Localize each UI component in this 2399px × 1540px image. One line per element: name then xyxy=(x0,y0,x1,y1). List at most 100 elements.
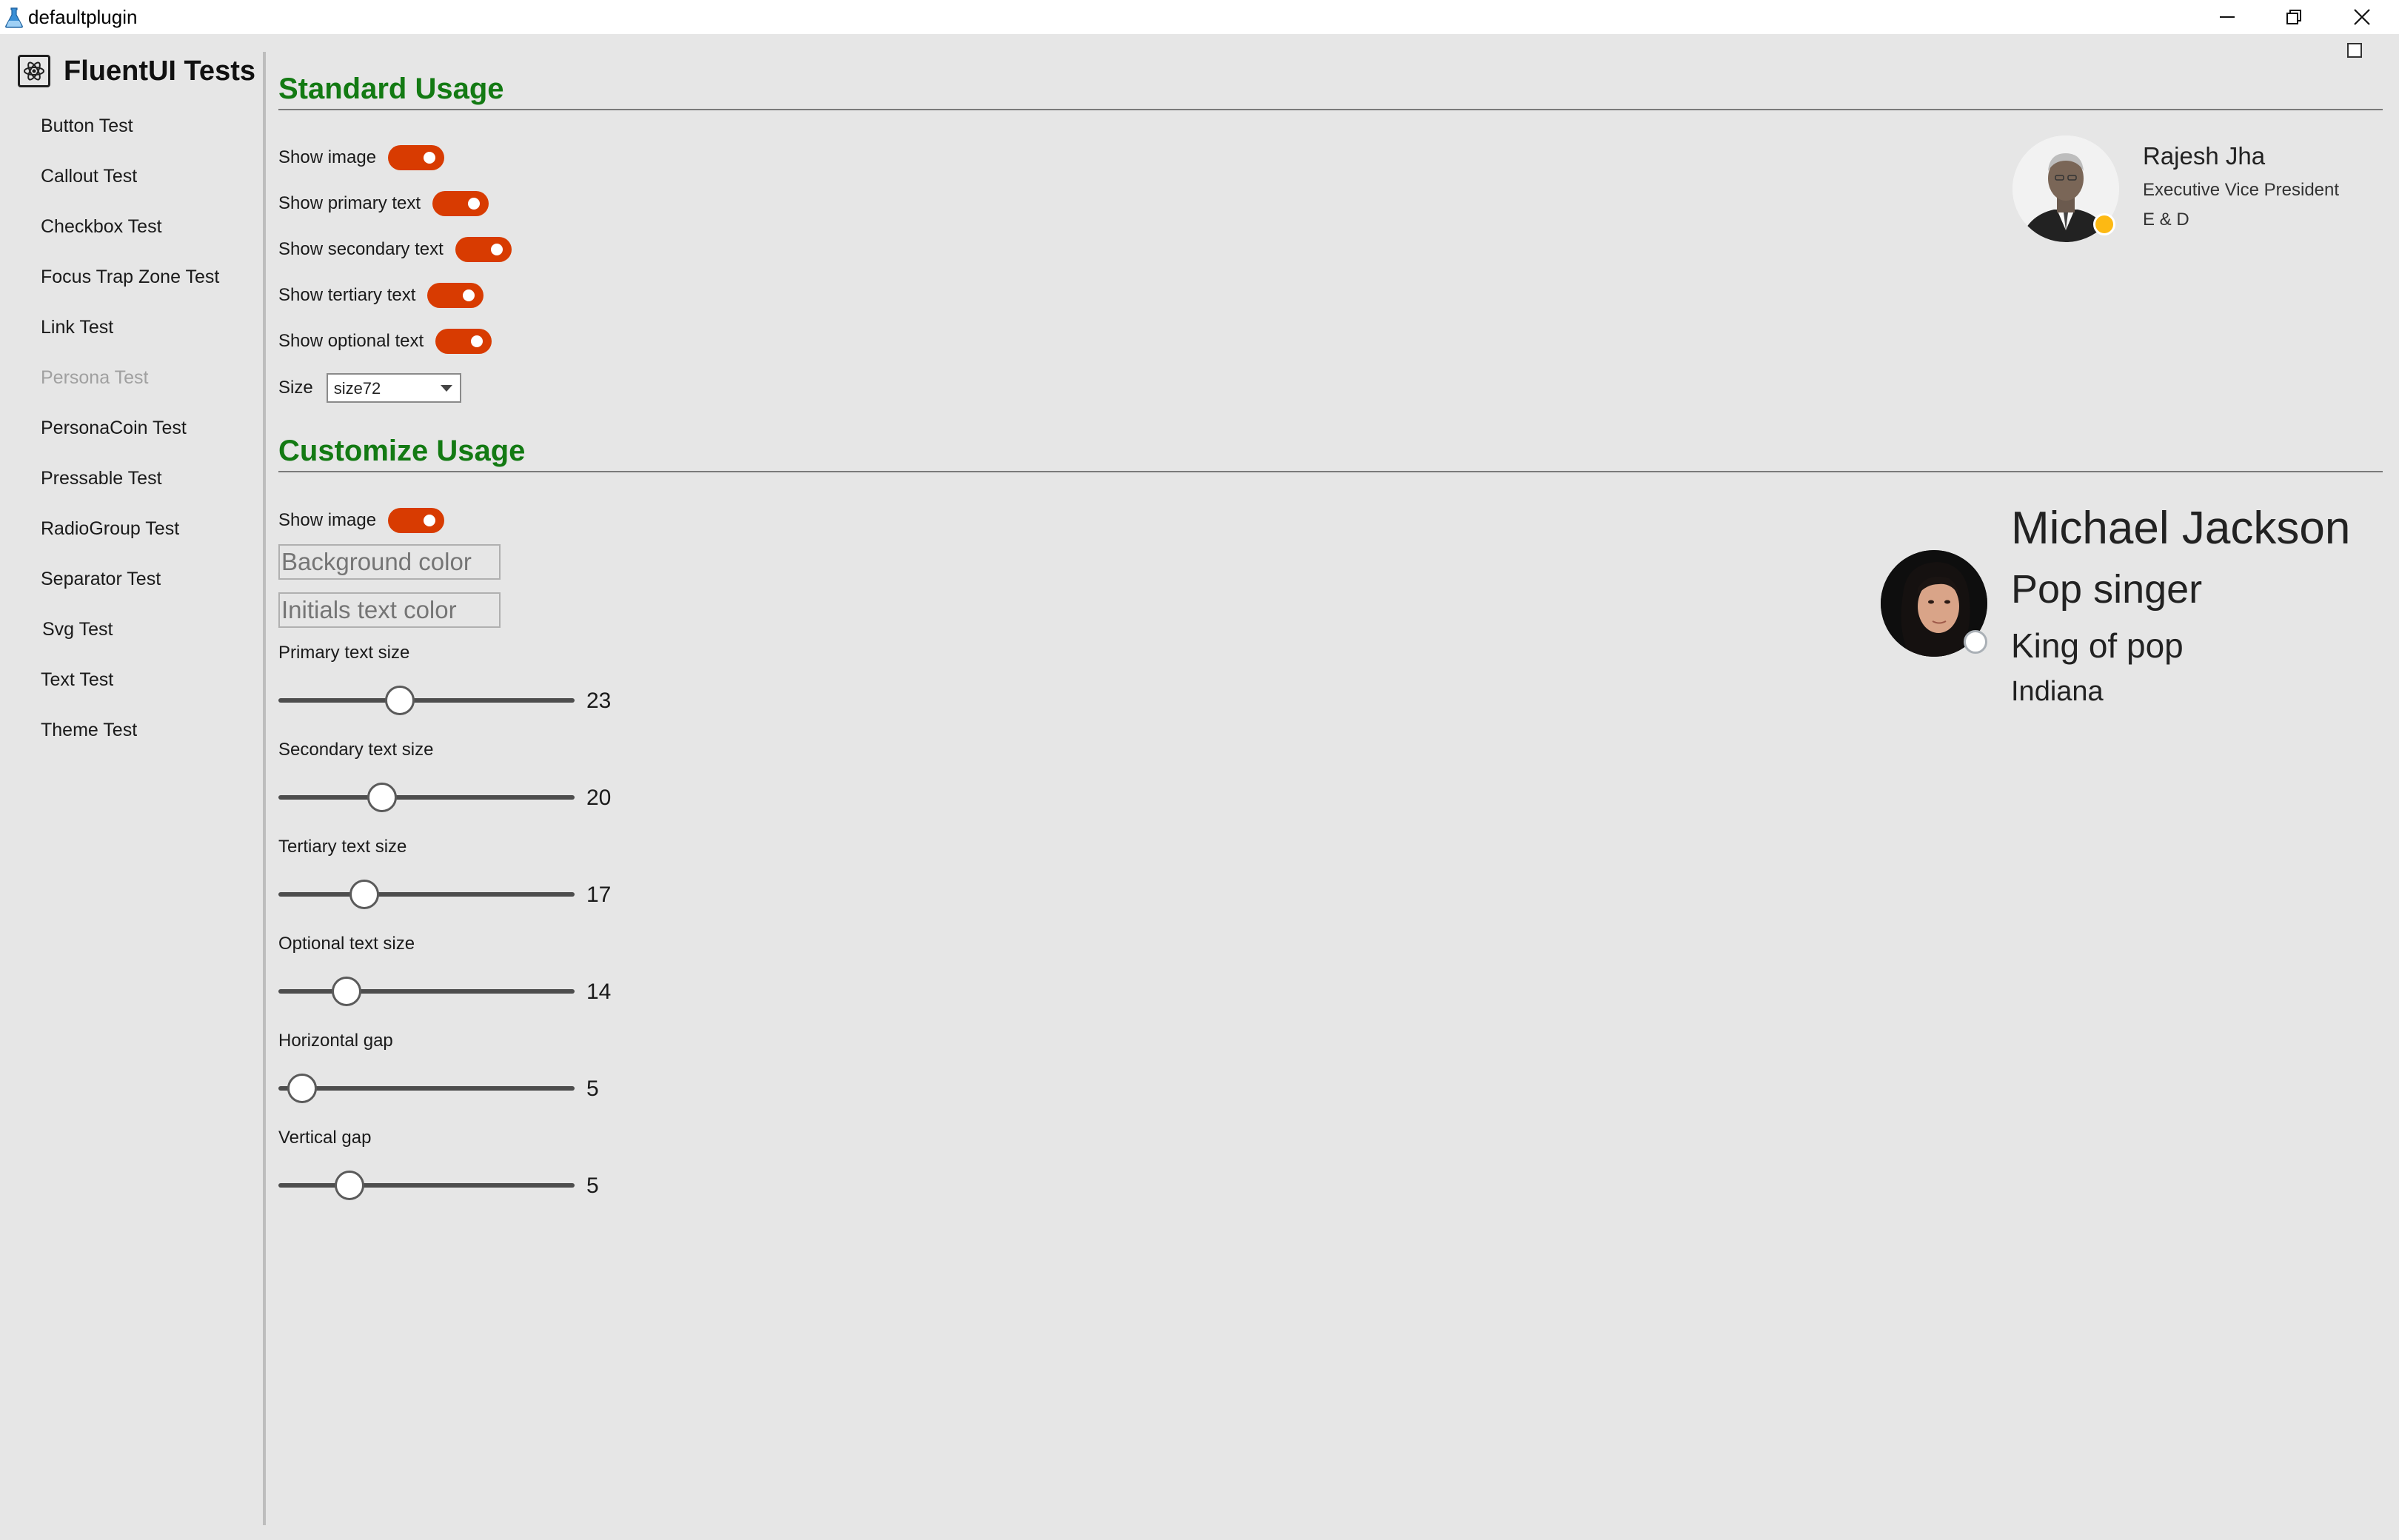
initials-color-input[interactable] xyxy=(278,592,501,628)
slider-track xyxy=(278,989,575,994)
show-optional-text-toggle[interactable] xyxy=(435,329,492,354)
close-icon xyxy=(2354,9,2370,25)
optional-text-size-value: 14 xyxy=(586,980,612,1004)
persona-optional-text: Indiana xyxy=(2011,676,2104,707)
toggle-knob xyxy=(463,289,475,301)
sidebar-item-checkbox-test[interactable]: Checkbox Test xyxy=(41,216,162,238)
window-title: defaultplugin xyxy=(28,6,138,28)
sidebar-item-focus-trap-zone-test[interactable]: Focus Trap Zone Test xyxy=(41,267,219,288)
vertical-gap-slider[interactable] xyxy=(278,1169,575,1202)
show-image-toggle[interactable] xyxy=(388,145,445,170)
vertical-gap-label: Vertical gap xyxy=(278,1128,372,1148)
restore-button[interactable] xyxy=(2260,0,2328,34)
minimize-icon xyxy=(2220,16,2235,18)
sidebar-item-callout-test[interactable]: Callout Test xyxy=(41,166,137,187)
secondary-text-size-label: Secondary text size xyxy=(278,740,434,760)
slider-track xyxy=(278,1183,575,1188)
persona-primary-text: Michael Jackson xyxy=(2011,503,2351,554)
chevron-down-icon xyxy=(440,385,452,392)
minimize-button[interactable] xyxy=(2193,0,2261,34)
sidebar-item-pressable-test[interactable]: Pressable Test xyxy=(41,468,162,489)
slider-track xyxy=(278,698,575,703)
sidebar-divider xyxy=(263,52,266,1525)
persona-tertiary-text: E & D xyxy=(2143,210,2189,230)
show-tertiary-text-toggle-row: Show tertiary text xyxy=(278,283,484,308)
show-secondary-text-toggle[interactable] xyxy=(455,237,512,262)
size-dropdown[interactable]: size72 xyxy=(326,373,461,403)
slider-thumb[interactable] xyxy=(332,977,361,1006)
show-primary-text-toggle-row: Show primary text xyxy=(278,191,489,216)
sidebar-item-svg-test[interactable]: Svg Test xyxy=(42,619,113,640)
sidebar-item-theme-test[interactable]: Theme Test xyxy=(41,720,137,741)
primary-text-size-value: 23 xyxy=(586,689,612,713)
vertical-gap-value: 5 xyxy=(586,1174,599,1198)
customize-show-image-row: Show image xyxy=(278,508,445,533)
react-logo-icon xyxy=(18,55,50,87)
toggle-label: Show optional text xyxy=(278,331,424,351)
slider-track xyxy=(278,795,575,800)
toggle-knob xyxy=(490,244,503,255)
sidebar-item-text-test[interactable]: Text Test xyxy=(41,669,113,691)
sidebar-item-radiogroup-test[interactable]: RadioGroup Test xyxy=(41,518,179,540)
toggle-knob xyxy=(468,198,481,210)
tertiary-text-size-slider[interactable] xyxy=(278,878,575,911)
toggle-label: Show image xyxy=(278,510,377,530)
sidebar-header: FluentUI Tests xyxy=(18,55,255,87)
toggle-label: Show image xyxy=(278,147,377,167)
show-image-toggle-row: Show image xyxy=(278,145,445,170)
sidebar-item-separator-test[interactable]: Separator Test xyxy=(41,569,161,590)
standard-usage-title: Standard Usage xyxy=(278,73,504,105)
presence-away-icon xyxy=(2093,213,2115,235)
customize-show-image-toggle[interactable] xyxy=(388,508,445,533)
toggle-knob xyxy=(471,335,484,347)
size-dropdown-value: size72 xyxy=(333,379,381,398)
slider-thumb[interactable] xyxy=(367,783,397,812)
size-row: Size size72 xyxy=(278,373,461,403)
corner-checkbox[interactable] xyxy=(2347,43,2362,58)
show-optional-text-toggle-row: Show optional text xyxy=(278,329,492,354)
secondary-text-size-value: 20 xyxy=(586,786,612,810)
secondary-text-size-slider[interactable] xyxy=(278,781,575,814)
size-label: Size xyxy=(278,378,313,398)
sidebar: FluentUI Tests Button Test Callout Test … xyxy=(0,34,264,1540)
standard-usage-divider xyxy=(278,109,2383,110)
flask-icon xyxy=(5,7,23,28)
primary-text-size-label: Primary text size xyxy=(278,643,410,663)
primary-text-size-slider[interactable] xyxy=(278,684,575,717)
title-bar: defaultplugin xyxy=(0,0,2399,34)
optional-text-size-slider[interactable] xyxy=(278,975,575,1008)
main-content: Standard Usage Show image Show primary t… xyxy=(278,34,2399,1540)
sidebar-item-link-test[interactable]: Link Test xyxy=(41,317,113,338)
slider-track xyxy=(278,892,575,897)
persona-primary-text: Rajesh Jha xyxy=(2143,142,2266,170)
horizontal-gap-label: Horizontal gap xyxy=(278,1031,393,1051)
toggle-label: Show secondary text xyxy=(278,239,444,259)
show-secondary-text-toggle-row: Show secondary text xyxy=(278,237,512,262)
presence-offline-icon xyxy=(1964,630,1987,654)
tertiary-text-size-value: 17 xyxy=(586,883,612,907)
show-primary-text-toggle[interactable] xyxy=(432,191,489,216)
persona-tertiary-text: King of pop xyxy=(2011,626,2184,665)
optional-text-size-label: Optional text size xyxy=(278,934,415,954)
sidebar-item-button-test[interactable]: Button Test xyxy=(41,116,133,137)
sidebar-item-personacoin-test[interactable]: PersonaCoin Test xyxy=(41,418,187,439)
toggle-knob xyxy=(424,152,436,164)
tertiary-text-size-label: Tertiary text size xyxy=(278,837,407,857)
horizontal-gap-slider[interactable] xyxy=(278,1072,575,1105)
slider-thumb[interactable] xyxy=(335,1171,364,1200)
sidebar-item-persona-test[interactable]: Persona Test xyxy=(41,367,148,389)
slider-thumb[interactable] xyxy=(287,1074,317,1103)
sidebar-title: FluentUI Tests xyxy=(64,55,255,87)
horizontal-gap-value: 5 xyxy=(586,1077,599,1101)
slider-thumb[interactable] xyxy=(385,686,415,715)
persona-secondary-text: Pop singer xyxy=(2011,567,2203,612)
customize-usage-title: Customize Usage xyxy=(278,435,526,467)
toggle-label: Show tertiary text xyxy=(278,285,416,305)
slider-thumb[interactable] xyxy=(349,880,379,909)
slider-track xyxy=(278,1086,575,1091)
toggle-knob xyxy=(424,515,436,526)
toggle-label: Show primary text xyxy=(278,193,421,213)
close-button[interactable] xyxy=(2328,0,2396,34)
background-color-input[interactable] xyxy=(278,544,501,580)
show-tertiary-text-toggle[interactable] xyxy=(427,283,484,308)
